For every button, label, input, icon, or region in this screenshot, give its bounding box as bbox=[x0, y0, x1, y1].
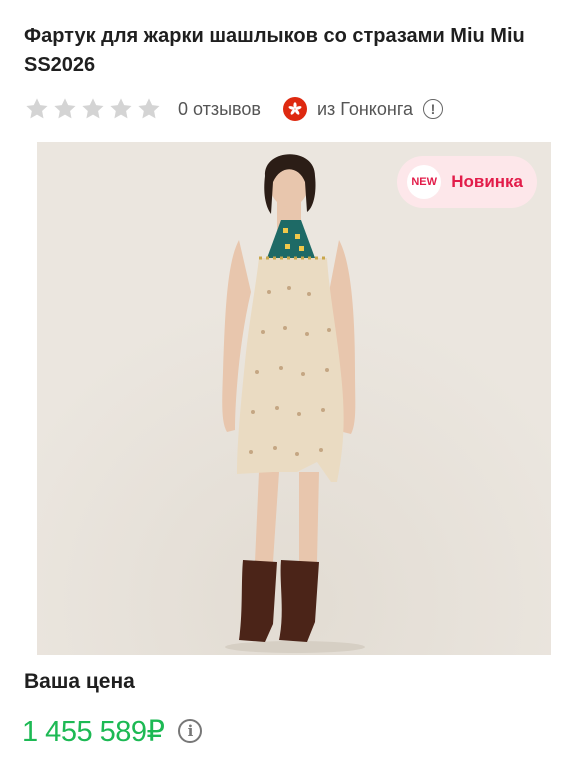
star-icon bbox=[82, 98, 104, 119]
rating-origin-row: 0 отзывов из Гонконга ! bbox=[24, 94, 444, 124]
new-badge: NEW Новинка bbox=[397, 156, 537, 208]
new-badge-icon: NEW bbox=[407, 165, 442, 199]
model-photo bbox=[37, 142, 551, 655]
star-icon bbox=[26, 98, 48, 119]
new-badge-label: Новинка bbox=[451, 172, 523, 191]
rating-stars[interactable] bbox=[24, 96, 162, 122]
origin-label: из Гонконга bbox=[317, 98, 414, 119]
star-icon bbox=[110, 98, 132, 119]
info-icon[interactable]: i bbox=[178, 719, 203, 743]
star-icon bbox=[138, 98, 160, 119]
reviews-count-link[interactable]: 0 отзывов bbox=[178, 99, 261, 120]
hong-kong-flag-icon bbox=[283, 97, 307, 121]
price-caption: Ваша цена bbox=[24, 670, 135, 693]
info-icon[interactable]: ! bbox=[423, 99, 444, 119]
price-value: 1 455 589₽ bbox=[22, 715, 165, 748]
price-row: 1 455 589₽ i bbox=[22, 710, 203, 752]
star-icon bbox=[54, 98, 76, 119]
product-title: Фартук для жарки шашлыков со стразами Mi… bbox=[24, 25, 525, 76]
product-image[interactable]: NEW Новинка bbox=[37, 142, 551, 655]
